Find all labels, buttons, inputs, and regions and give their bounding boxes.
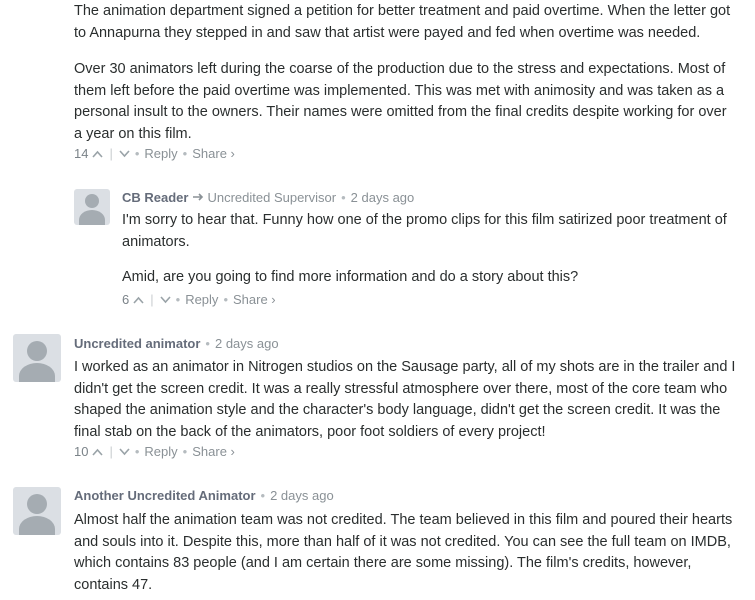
vote-count: 14 <box>74 146 89 161</box>
timestamp[interactable]: 2 days ago <box>215 335 279 353</box>
default-avatar-icon[interactable] <box>74 189 110 225</box>
vote-count: 6 <box>122 292 130 307</box>
default-avatar-icon[interactable] <box>13 487 61 535</box>
comment-header: Another Uncredited Animator • 2 days ago <box>74 487 334 505</box>
in-reply-to[interactable]: Uncredited Supervisor <box>192 189 336 207</box>
reply-arrow-icon <box>192 189 204 207</box>
separator-dot: • <box>182 146 188 161</box>
separator-dot: • <box>223 292 228 307</box>
reply-to-name: Uncredited Supervisor <box>207 190 337 205</box>
comment-actions: 6 | • Reply • Share › <box>122 291 276 309</box>
chevron-up-icon[interactable] <box>92 145 104 163</box>
author-name[interactable]: CB Reader <box>122 189 188 207</box>
separator-dot: • <box>175 292 181 307</box>
separator-dot: • <box>182 444 188 459</box>
comment-text: I worked as an animator in Nitrogen stud… <box>74 359 736 440</box>
comment-text: Amid, are you going to find more informa… <box>122 269 579 285</box>
comment-header: CB Reader Uncredited Supervisor • 2 days… <box>122 189 414 207</box>
share-link[interactable]: Share › <box>192 443 235 461</box>
timestamp[interactable]: 2 days ago <box>270 487 334 505</box>
reply-link[interactable]: Reply <box>144 443 177 461</box>
separator-dot: • <box>134 146 140 161</box>
timestamp[interactable]: 2 days ago <box>351 189 415 207</box>
chevron-up-icon[interactable] <box>92 443 104 461</box>
reply-link[interactable]: Reply <box>185 291 218 309</box>
separator-dot: • <box>341 190 346 205</box>
share-link[interactable]: Share › <box>233 291 276 309</box>
share-link[interactable]: Share › <box>192 145 235 163</box>
divider: | <box>109 146 113 161</box>
separator-dot: • <box>205 336 210 351</box>
author-name[interactable]: Uncredited animator <box>74 335 200 353</box>
reply-link[interactable]: Reply <box>144 145 177 163</box>
chevron-down-icon[interactable] <box>119 443 130 461</box>
divider: | <box>150 292 154 307</box>
chevron-down-icon[interactable] <box>160 291 171 309</box>
chevron-down-icon[interactable] <box>119 145 130 163</box>
comment-actions: 10 | • Reply • Share › <box>74 443 235 461</box>
comment-actions: 14 | • Reply • Share › <box>74 145 235 163</box>
divider: | <box>109 444 113 459</box>
comment-text: The animation department signed a petiti… <box>74 3 731 41</box>
chevron-up-icon[interactable] <box>133 291 144 309</box>
vote-count: 10 <box>74 444 89 459</box>
separator-dot: • <box>260 488 266 503</box>
separator-dot: • <box>134 444 140 459</box>
author-name[interactable]: Another Uncredited Animator <box>74 487 256 505</box>
default-avatar-icon[interactable] <box>13 334 61 382</box>
comment-header: Uncredited animator • 2 days ago <box>74 335 279 353</box>
comment-text: Over 30 animators left during the coarse… <box>74 61 727 142</box>
comment-text: I'm sorry to hear that. Funny how one of… <box>122 212 727 250</box>
comment-text: Almost half the animation team was not c… <box>74 512 733 593</box>
